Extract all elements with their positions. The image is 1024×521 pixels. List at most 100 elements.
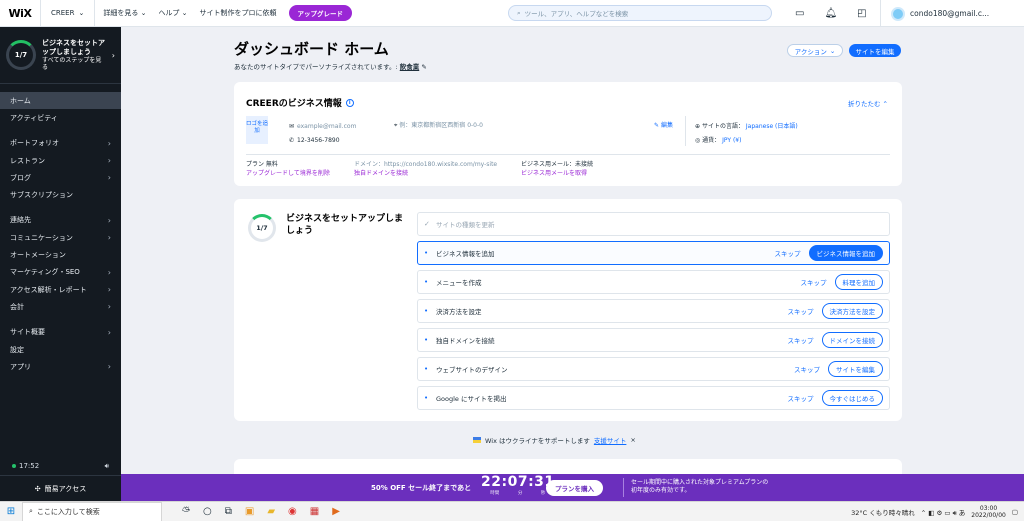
chevron-right-icon: › bbox=[107, 233, 111, 243]
chrome-icon[interactable]: ◉ bbox=[288, 506, 297, 517]
sidebar-setup-sub: すべてのステップを見る bbox=[42, 56, 102, 72]
task-view-icon[interactable]: ⧉ bbox=[225, 506, 232, 517]
menu-help[interactable]: ヘルプ ⌄ bbox=[158, 8, 187, 18]
avatar bbox=[891, 6, 905, 21]
close-icon[interactable]: × bbox=[630, 436, 635, 444]
collapse-link[interactable]: 折りたたむ ⌃ bbox=[848, 98, 888, 108]
bell-icon[interactable]: 🔔︎ bbox=[824, 8, 837, 19]
sidebar-item[interactable]: オートメーション bbox=[0, 246, 121, 263]
quick-access-button[interactable]: ✣ 簡易アクセス bbox=[0, 475, 121, 501]
sidebar: 1/7 ビジネスをセットアップしましょう すべてのステップを見る › ホームアク… bbox=[0, 27, 121, 501]
sidebar-item[interactable]: ポートフォリオ › bbox=[0, 135, 121, 152]
business-email-info: ビジネス用メール：未接続 ビジネス用メールを取得 bbox=[521, 161, 594, 178]
buy-plan-button[interactable]: プランを購入 bbox=[546, 480, 603, 496]
task-action-button[interactable]: ビジネス情報を追加 bbox=[808, 245, 883, 261]
sidebar-item[interactable]: コミュニケーション › bbox=[0, 229, 121, 246]
site-type-link[interactable]: 飲食業 bbox=[400, 63, 420, 71]
task-action-button[interactable]: サイトを編集 bbox=[828, 361, 883, 377]
sidebar-item[interactable]: アクセス解析・レポート › bbox=[0, 281, 121, 298]
file-explorer-icon[interactable]: ▰ bbox=[267, 506, 275, 517]
search-input[interactable]: ⌕ ツール、アプリ、ヘルプなどを検索 bbox=[508, 5, 772, 21]
sidebar-item[interactable]: マーケティング・SEO › bbox=[0, 264, 121, 281]
edit-site-button[interactable]: サイトを編集 bbox=[849, 44, 901, 57]
sidebar-item[interactable]: 設定 bbox=[0, 341, 121, 358]
site-selector[interactable]: CREER ⌄ bbox=[41, 9, 94, 17]
skip-link[interactable]: スキップ bbox=[788, 306, 814, 316]
sidebar-item[interactable]: サブスクリプション bbox=[0, 186, 121, 203]
speaker-icon[interactable]: 🔊︎ bbox=[105, 462, 109, 471]
site-name: CREER bbox=[51, 9, 75, 17]
chat-icon[interactable]: ▭ bbox=[795, 8, 804, 19]
task-action-button[interactable]: 決済方法を設定 bbox=[821, 303, 883, 319]
support-site-link[interactable]: 支援サイト bbox=[594, 435, 627, 445]
setup-task[interactable]: • 決済方法を設定 スキップ 決済方法を設定 bbox=[417, 299, 890, 323]
task-label: 決済方法を設定 bbox=[436, 308, 482, 316]
info-icon[interactable]: i bbox=[345, 98, 354, 107]
sidebar-item[interactable]: アクティビティ bbox=[0, 109, 121, 126]
currency-link[interactable]: JPY (¥) bbox=[722, 137, 741, 144]
upgrade-plan-link[interactable]: アップグレードして境界を削除 bbox=[246, 169, 330, 178]
sidebar-item[interactable]: アプリ › bbox=[0, 358, 121, 375]
user-email: condo180@gmail.c... bbox=[910, 9, 990, 18]
tray-icons[interactable]: ⌃ ◧ ⚙ ▭ 🔊︎ あ bbox=[921, 507, 965, 518]
sidebar-item[interactable]: ホーム bbox=[0, 92, 121, 110]
action-dropdown-button[interactable]: アクション ⌄ bbox=[787, 44, 843, 57]
sidebar-item[interactable]: 会計 › bbox=[0, 298, 121, 315]
chevron-right-icon: › bbox=[107, 173, 111, 183]
sidebar-item[interactable]: レストラン › bbox=[0, 152, 121, 169]
sidebar-setup[interactable]: 1/7 ビジネスをセットアップしましょう すべてのステップを見る › bbox=[0, 27, 121, 84]
photos-app-icon[interactable]: ▣ bbox=[245, 506, 254, 517]
top-menu: 詳細を見る ⌄ ヘルプ ⌄ サイト制作をプロに依頼 アップグレード bbox=[95, 5, 353, 21]
connect-domain-link[interactable]: 独自ドメインを接続 bbox=[354, 169, 497, 178]
cortana-icon[interactable]: ○ bbox=[203, 506, 212, 517]
nav-spacer bbox=[0, 316, 121, 324]
app-icon[interactable]: ▦ bbox=[310, 506, 319, 517]
ukraine-banner: Wix はウクライナをサポートします 支援サイト × bbox=[473, 435, 636, 445]
setup-task[interactable]: ✓ サイトの種類を更新 bbox=[417, 212, 890, 236]
menu-hire-pro[interactable]: サイト制作をプロに依頼 bbox=[200, 8, 277, 18]
weather-status[interactable]: 32°C くもり時々晴れ bbox=[851, 507, 915, 517]
task-label: メニューを作成 bbox=[436, 279, 482, 287]
add-logo-button[interactable]: ロゴを追加 bbox=[246, 116, 268, 144]
setup-task[interactable]: • メニューを作成 スキップ 料理を追加 bbox=[417, 270, 890, 294]
skip-link[interactable]: スキップ bbox=[794, 364, 820, 374]
chevron-right-icon: › bbox=[107, 215, 111, 225]
taskbar-clock[interactable]: 03:00 2022/00/00 bbox=[971, 505, 1006, 519]
media-app-icon[interactable]: ▶ bbox=[332, 506, 340, 517]
site-language-link[interactable]: Japanese (日本語) bbox=[746, 123, 798, 130]
task-action-button[interactable]: 今すぐはじめる bbox=[821, 390, 883, 406]
chevron-down-icon: ⌄ bbox=[78, 9, 85, 17]
edit-info-link[interactable]: ✎ 編集 bbox=[654, 120, 673, 129]
weather-widget-icon[interactable]: ⛅︎ bbox=[182, 506, 190, 517]
address-field[interactable]: ⌖ 例：東京都新宿区西新宿 0-0-0 bbox=[394, 120, 483, 130]
sidebar-setup-title: ビジネスをセットアップしましょう bbox=[42, 38, 105, 56]
upgrade-button[interactable]: アップグレード bbox=[288, 5, 353, 21]
setup-task[interactable]: • 独自ドメインを接続 スキップ ドメインを接続 bbox=[417, 328, 890, 352]
skip-link[interactable]: スキップ bbox=[775, 248, 801, 258]
wix-logo[interactable]: WiX bbox=[0, 7, 40, 20]
skip-link[interactable]: スキップ bbox=[801, 277, 827, 287]
task-action-button[interactable]: 料理を追加 bbox=[834, 274, 883, 290]
setup-task[interactable]: • ウェブサイトのデザイン スキップ サイトを編集 bbox=[417, 357, 890, 381]
announcement-icon[interactable]: ◰ bbox=[857, 8, 866, 19]
pencil-icon[interactable]: ✎ bbox=[421, 63, 426, 71]
menu-explore[interactable]: 詳細を見る ⌄ bbox=[103, 8, 146, 18]
contact-info[interactable]: ✉ example@mail.com ✆ 12-3456-7890 bbox=[289, 120, 356, 148]
setup-task[interactable]: • Google にサイトを掲出 スキップ 今すぐはじめる bbox=[417, 386, 890, 410]
sidebar-item[interactable]: ブログ › bbox=[0, 169, 121, 186]
sidebar-item[interactable]: 連絡先 › bbox=[0, 212, 121, 229]
task-action-button[interactable]: ドメインを接続 bbox=[821, 332, 883, 348]
notification-icon[interactable]: ▢ bbox=[1012, 508, 1018, 516]
skip-link[interactable]: スキップ bbox=[788, 335, 814, 345]
locale-info: ⊕ サイトの言語： Japanese (日本語) ◎ 通貨： JPY (¥) bbox=[695, 123, 798, 144]
setup-task[interactable]: • ビジネス情報を追加 スキップ ビジネス情報を追加 bbox=[417, 241, 890, 265]
windows-start-icon[interactable]: ⊞ bbox=[0, 506, 22, 517]
sidebar-item-label: ホーム bbox=[10, 96, 31, 105]
sidebar-item-label: ポートフォリオ bbox=[10, 139, 59, 148]
taskbar-search[interactable]: ⌕ ここに入力して検索 bbox=[22, 501, 162, 521]
chevron-right-icon: › bbox=[107, 327, 111, 337]
skip-link[interactable]: スキップ bbox=[788, 393, 814, 403]
get-email-link[interactable]: ビジネス用メールを取得 bbox=[521, 169, 593, 178]
sidebar-item[interactable]: サイト概要 › bbox=[0, 324, 121, 341]
user-menu[interactable]: condo180@gmail.c... bbox=[880, 0, 989, 27]
